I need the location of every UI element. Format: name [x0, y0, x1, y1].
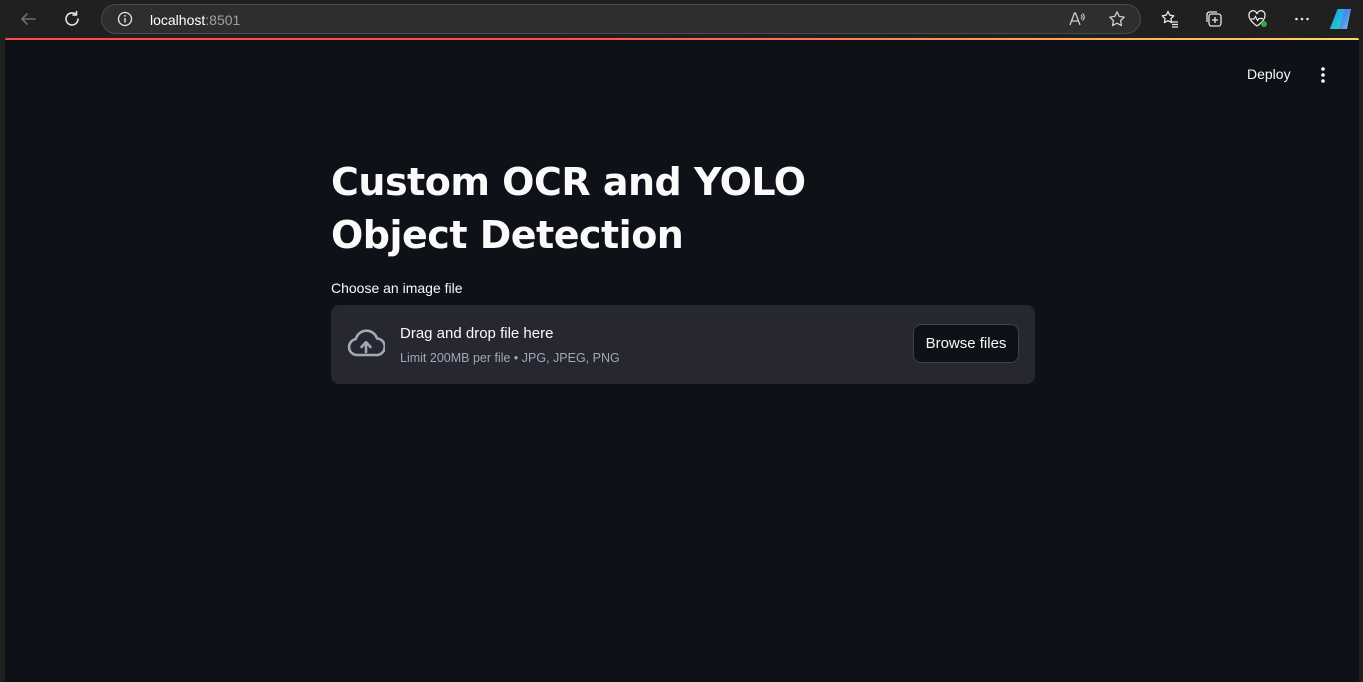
uploader-label: Choose an image file: [331, 280, 463, 296]
read-aloud-icon[interactable]: [1068, 10, 1086, 33]
favorite-star-icon[interactable]: [1108, 10, 1126, 33]
collections-icon[interactable]: [1200, 5, 1228, 33]
browser-essentials-icon[interactable]: [1244, 5, 1272, 33]
url-host: localhost: [150, 12, 206, 28]
more-icon[interactable]: [1288, 5, 1316, 33]
url-text[interactable]: localhost:8501: [150, 12, 240, 28]
url-port: :8501: [205, 12, 241, 28]
browser-toolbar: localhost:8501: [0, 0, 1363, 38]
cloud-upload-icon: [347, 329, 387, 364]
browse-files-button[interactable]: Browse files: [913, 324, 1019, 363]
app-page: Deploy Custom OCR and YOLO Object Detect…: [5, 40, 1359, 682]
site-info-icon[interactable]: [117, 11, 133, 32]
file-dropzone[interactable]: Drag and drop file here Limit 200MB per …: [331, 305, 1035, 384]
copilot-icon[interactable]: [1328, 5, 1356, 33]
main-menu-icon[interactable]: [1315, 66, 1331, 89]
address-bar[interactable]: localhost:8501: [101, 4, 1141, 34]
dropzone-limit-text: Limit 200MB per file • JPG, JPEG, PNG: [400, 351, 620, 365]
deploy-button[interactable]: Deploy: [1247, 66, 1291, 82]
page-title: Custom OCR and YOLO Object Detection: [331, 160, 806, 257]
dropzone-instructions: Drag and drop file here: [400, 325, 554, 342]
refresh-icon[interactable]: [58, 5, 86, 33]
back-icon[interactable]: [14, 5, 42, 33]
favorites-icon[interactable]: [1156, 5, 1184, 33]
